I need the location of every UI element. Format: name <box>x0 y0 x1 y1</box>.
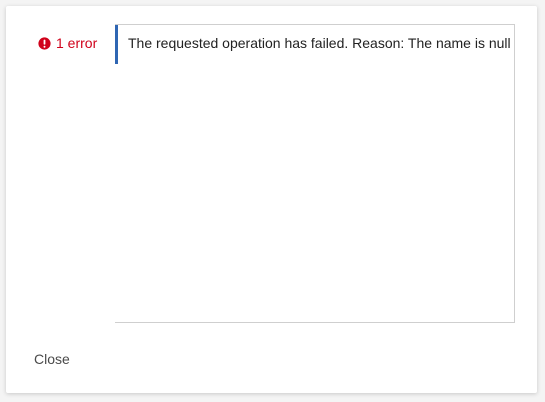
exclamation-circle-icon <box>38 36 51 50</box>
error-dialog: 1 error The requested operation has fail… <box>6 6 537 393</box>
error-count-badge[interactable]: 1 error <box>38 35 97 51</box>
error-message-item[interactable]: The requested operation has failed. Reas… <box>115 25 514 64</box>
close-button[interactable]: Close <box>34 351 70 367</box>
error-message-text: The requested operation has failed. Reas… <box>128 35 511 51</box>
error-count-label: 1 error <box>56 35 98 51</box>
error-messages-panel: The requested operation has failed. Reas… <box>115 24 515 323</box>
